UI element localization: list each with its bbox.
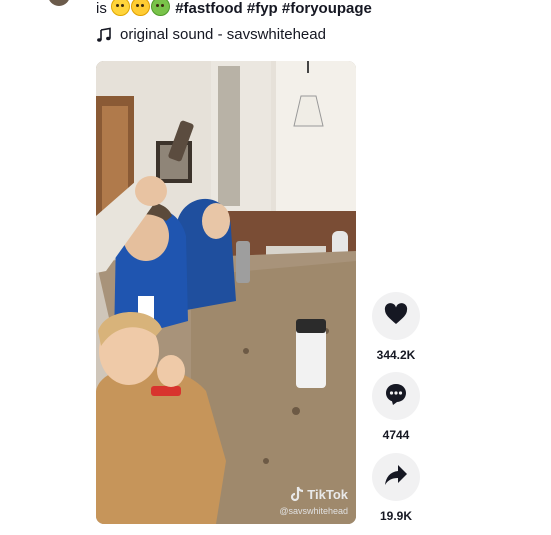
music-note-icon: [96, 27, 112, 43]
music-title: original sound - savswhitehead: [120, 26, 326, 43]
comment-button[interactable]: [372, 372, 420, 420]
watermark-username: @savswhitehead: [279, 506, 348, 516]
share-count: 19.9K: [379, 509, 413, 523]
hashtag-fastfood[interactable]: #fastfood: [175, 0, 243, 17]
watermark-brand: TikTok: [307, 486, 348, 502]
music-link[interactable]: original sound - savswhitehead: [96, 25, 326, 45]
nauseated-face-emoji-icon: [151, 0, 171, 16]
tiktok-watermark: TikTok: [290, 486, 348, 502]
comment-count: 4744: [382, 428, 410, 442]
hashtag-foryoupage[interactable]: #foryoupage: [282, 0, 372, 17]
like-count: 344.2K: [376, 348, 416, 362]
author-avatar[interactable]: [48, 0, 70, 6]
comment-icon: [384, 382, 408, 411]
share-action: 19.9K: [372, 453, 420, 523]
tiktok-logo-icon: [290, 486, 304, 502]
caption-prefix: is: [96, 0, 107, 17]
hashtag-fyp[interactable]: #fyp: [247, 0, 278, 17]
video-frame: [96, 61, 356, 524]
like-action: 344.2K: [372, 292, 420, 362]
woozy-face-emoji-icon: [131, 0, 151, 16]
post-caption: is #fastfood #fyp #foryoupage: [96, 0, 372, 19]
like-button[interactable]: [372, 292, 420, 340]
share-arrow-icon: [384, 464, 408, 491]
comment-action: 4744: [372, 372, 420, 442]
flushed-face-emoji-icon: [111, 0, 131, 16]
video-player[interactable]: TikTok @savswhitehead: [96, 61, 356, 524]
heart-icon: [384, 302, 408, 330]
share-button[interactable]: [372, 453, 420, 501]
